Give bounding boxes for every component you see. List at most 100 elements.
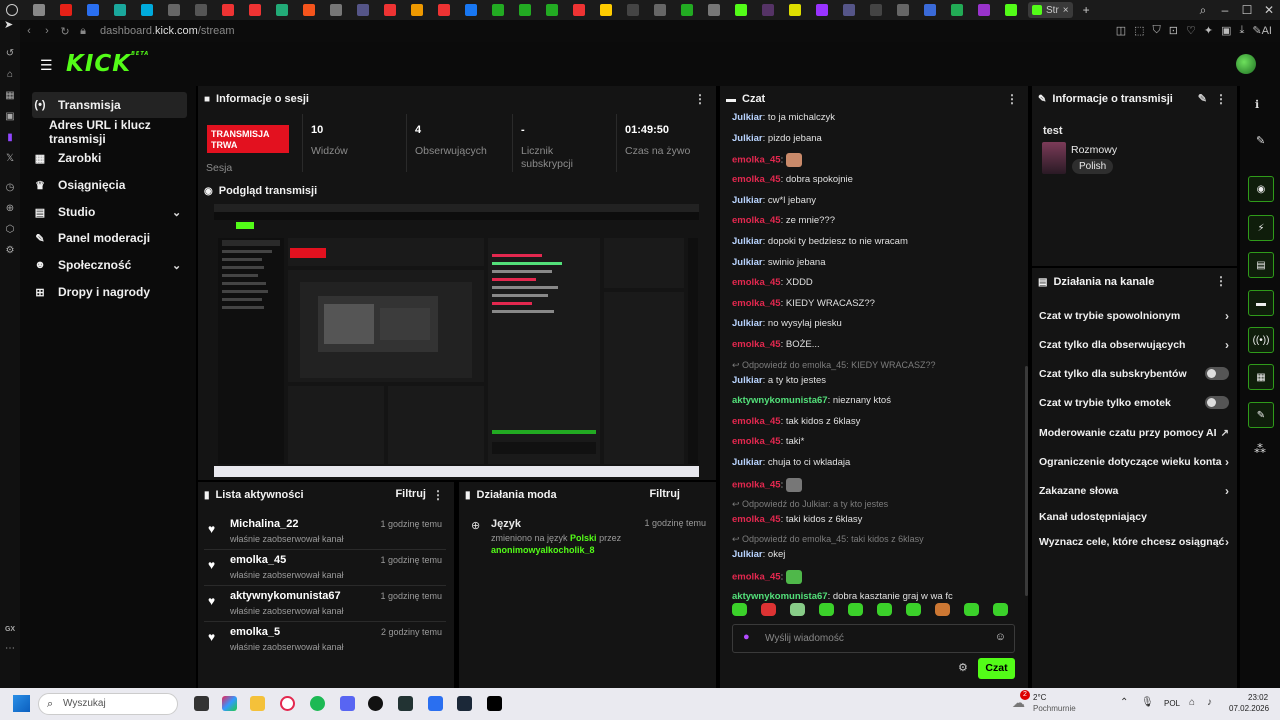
spotify-icon[interactable]: [310, 696, 325, 711]
tab-icon[interactable]: [600, 4, 612, 16]
more-options-icon[interactable]: ⋮: [432, 488, 444, 502]
tab-icon[interactable]: [924, 4, 936, 16]
nav-item-osiagniecia[interactable]: ♛ Osiągnięcia: [32, 172, 125, 198]
channel-action-banned-words[interactable]: Zakazane słowa ›: [1039, 480, 1229, 502]
url-field[interactable]: dashboard.kick.com/stream: [100, 25, 235, 37]
chat-message[interactable]: emolka_45: tak kidos z 6klasy: [732, 416, 860, 427]
kick-logo[interactable]: KICKBETA: [66, 51, 149, 77]
lock-icon[interactable]: 🔒︎: [74, 25, 92, 38]
chat-message[interactable]: aktywnykomunista67: nieznany ktoś: [732, 395, 891, 406]
tab-icon[interactable]: [654, 4, 666, 16]
tab-icon[interactable]: [708, 4, 720, 16]
emote-icon[interactable]: [848, 603, 863, 616]
tab-icon[interactable]: [276, 4, 288, 16]
broadcast-tool-button[interactable]: ((•)): [1248, 327, 1274, 353]
forward-icon[interactable]: ›: [38, 25, 56, 37]
download-sidebar-icon[interactable]: ⊕: [6, 203, 14, 214]
aria-icon[interactable]: ⌂: [7, 69, 13, 80]
player-icon[interactable]: ▦: [5, 90, 14, 101]
download-icon[interactable]: ⤓: [1240, 24, 1245, 37]
twitch-icon[interactable]: ▮: [7, 132, 13, 143]
tab-icon[interactable]: [546, 4, 558, 16]
chat-message[interactable]: emolka_45:: [732, 477, 802, 492]
nav-item-dropy[interactable]: ⊞ Dropy i nagrody: [32, 279, 150, 305]
chat-message[interactable]: emolka_45:: [732, 153, 802, 168]
stream-preview-video[interactable]: [214, 204, 699, 477]
tab-icon[interactable]: [897, 4, 909, 16]
chat-message[interactable]: Julkiar: cw*l jebany: [732, 195, 816, 206]
tab-icon[interactable]: [951, 4, 963, 16]
emote-icon[interactable]: [785, 153, 802, 168]
tab-icon[interactable]: [573, 4, 585, 16]
more-options-icon[interactable]: ⋮: [1215, 92, 1227, 106]
x-tab-icon[interactable]: [195, 4, 207, 16]
channel-action-followers-only[interactable]: Czat tylko dla obserwujących ›: [1039, 334, 1229, 356]
shield-icon[interactable]: ⛉: [1153, 24, 1161, 37]
more-icon[interactable]: ⋯: [5, 643, 15, 654]
maximize-icon[interactable]: ☐: [1236, 3, 1258, 17]
clock-time[interactable]: 23:02: [1248, 693, 1268, 702]
close-window-icon[interactable]: ✕: [1258, 3, 1280, 17]
edit-icon[interactable]: ✎: [1198, 92, 1207, 105]
tab-icon[interactable]: [762, 4, 774, 16]
settings-icon[interactable]: ⚙: [6, 245, 15, 256]
nav-item-transmisja[interactable]: (•) Transmisja: [32, 92, 187, 118]
close-tab-icon[interactable]: ×: [1063, 5, 1069, 16]
chat-message[interactable]: emolka_45:: [732, 569, 802, 584]
chevron-down-icon[interactable]: ⌄: [172, 206, 181, 219]
app-icon[interactable]: [398, 696, 413, 711]
file-explorer-icon[interactable]: [250, 696, 265, 711]
chat-input[interactable]: ● Wyślij wiadomość ☺: [732, 624, 1015, 653]
chat-message[interactable]: emolka_45: ze mnie???: [732, 215, 835, 226]
network-icon[interactable]: ⌂: [1189, 697, 1195, 708]
tab-icon[interactable]: [33, 4, 45, 16]
screenshot-icon[interactable]: ⬚: [1134, 24, 1144, 37]
notes-tool-button[interactable]: ▤: [1248, 252, 1274, 278]
tab-icon[interactable]: [114, 4, 126, 16]
emote-icon[interactable]: [877, 603, 892, 616]
chat-username[interactable]: Julkiar: [732, 133, 763, 144]
activity-user[interactable]: aktywnykomunista67: [230, 590, 341, 602]
vpn-icon[interactable]: ⊡: [1169, 24, 1178, 37]
tab-icon[interactable]: [519, 4, 531, 16]
tab-icon[interactable]: [249, 4, 261, 16]
emote-icon[interactable]: [790, 603, 805, 616]
taskbar-search[interactable]: ⌕ Wyszukaj: [38, 693, 178, 715]
activity-user[interactable]: emolka_45: [230, 554, 286, 566]
nav-item-panel-moderacji[interactable]: ✎ Panel moderacji: [32, 225, 150, 251]
nav-item-spolecznosc[interactable]: ☻ Społeczność ⌄: [32, 252, 181, 278]
chat-message[interactable]: emolka_45: XDDD: [732, 277, 813, 288]
chat-username[interactable]: Julkiar: [732, 195, 763, 206]
more-options-icon[interactable]: ⋮: [1006, 92, 1018, 106]
chat-username[interactable]: Julkiar: [732, 549, 763, 560]
heart-icon[interactable]: ♡: [1186, 24, 1196, 37]
camera-tool-button[interactable]: ◉: [1248, 176, 1274, 202]
cube-icon[interactable]: ⬡: [6, 224, 15, 235]
emote-only-toggle[interactable]: [1205, 396, 1229, 409]
chat-username[interactable]: Julkiar: [732, 375, 763, 386]
channel-action-ai-moderation[interactable]: Moderowanie czatu przy pomocy AI ↗: [1039, 422, 1229, 444]
chat-message[interactable]: Julkiar: okej: [732, 549, 785, 560]
tools-icon[interactable]: ▣: [5, 111, 14, 122]
chat-message[interactable]: Julkiar: swinio jebana: [732, 257, 826, 268]
chat-message[interactable]: emolka_45: taki kidos z 6klasy: [732, 514, 862, 525]
ai-button[interactable]: ✎AI: [1252, 24, 1272, 37]
tab-icon[interactable]: [222, 4, 234, 16]
reload-icon[interactable]: ↻: [56, 25, 74, 38]
subscribers-only-toggle[interactable]: [1205, 367, 1229, 380]
nav-item-zarobki[interactable]: ▦ Zarobki: [32, 145, 102, 171]
chat-username[interactable]: emolka_45: [732, 571, 781, 582]
volume-icon[interactable]: ♪: [1207, 697, 1212, 708]
nodes-icon[interactable]: ⁂: [1254, 442, 1266, 456]
chat-username[interactable]: Julkiar: [732, 457, 763, 468]
tab-icon[interactable]: [141, 4, 153, 16]
chat-scrollbar[interactable]: [1025, 366, 1028, 596]
opera-logo-icon[interactable]: [6, 4, 18, 16]
emote-icon[interactable]: [935, 603, 950, 616]
microphone-icon[interactable]: ●: [743, 631, 750, 643]
chat-username[interactable]: emolka_45: [732, 514, 781, 525]
chat-username[interactable]: aktywnykomunista67: [732, 395, 828, 406]
tab-icon[interactable]: [870, 4, 882, 16]
pen-icon[interactable]: ✎: [1256, 134, 1265, 147]
nav-item-studio[interactable]: ▤ Studio ⌄: [32, 199, 181, 225]
